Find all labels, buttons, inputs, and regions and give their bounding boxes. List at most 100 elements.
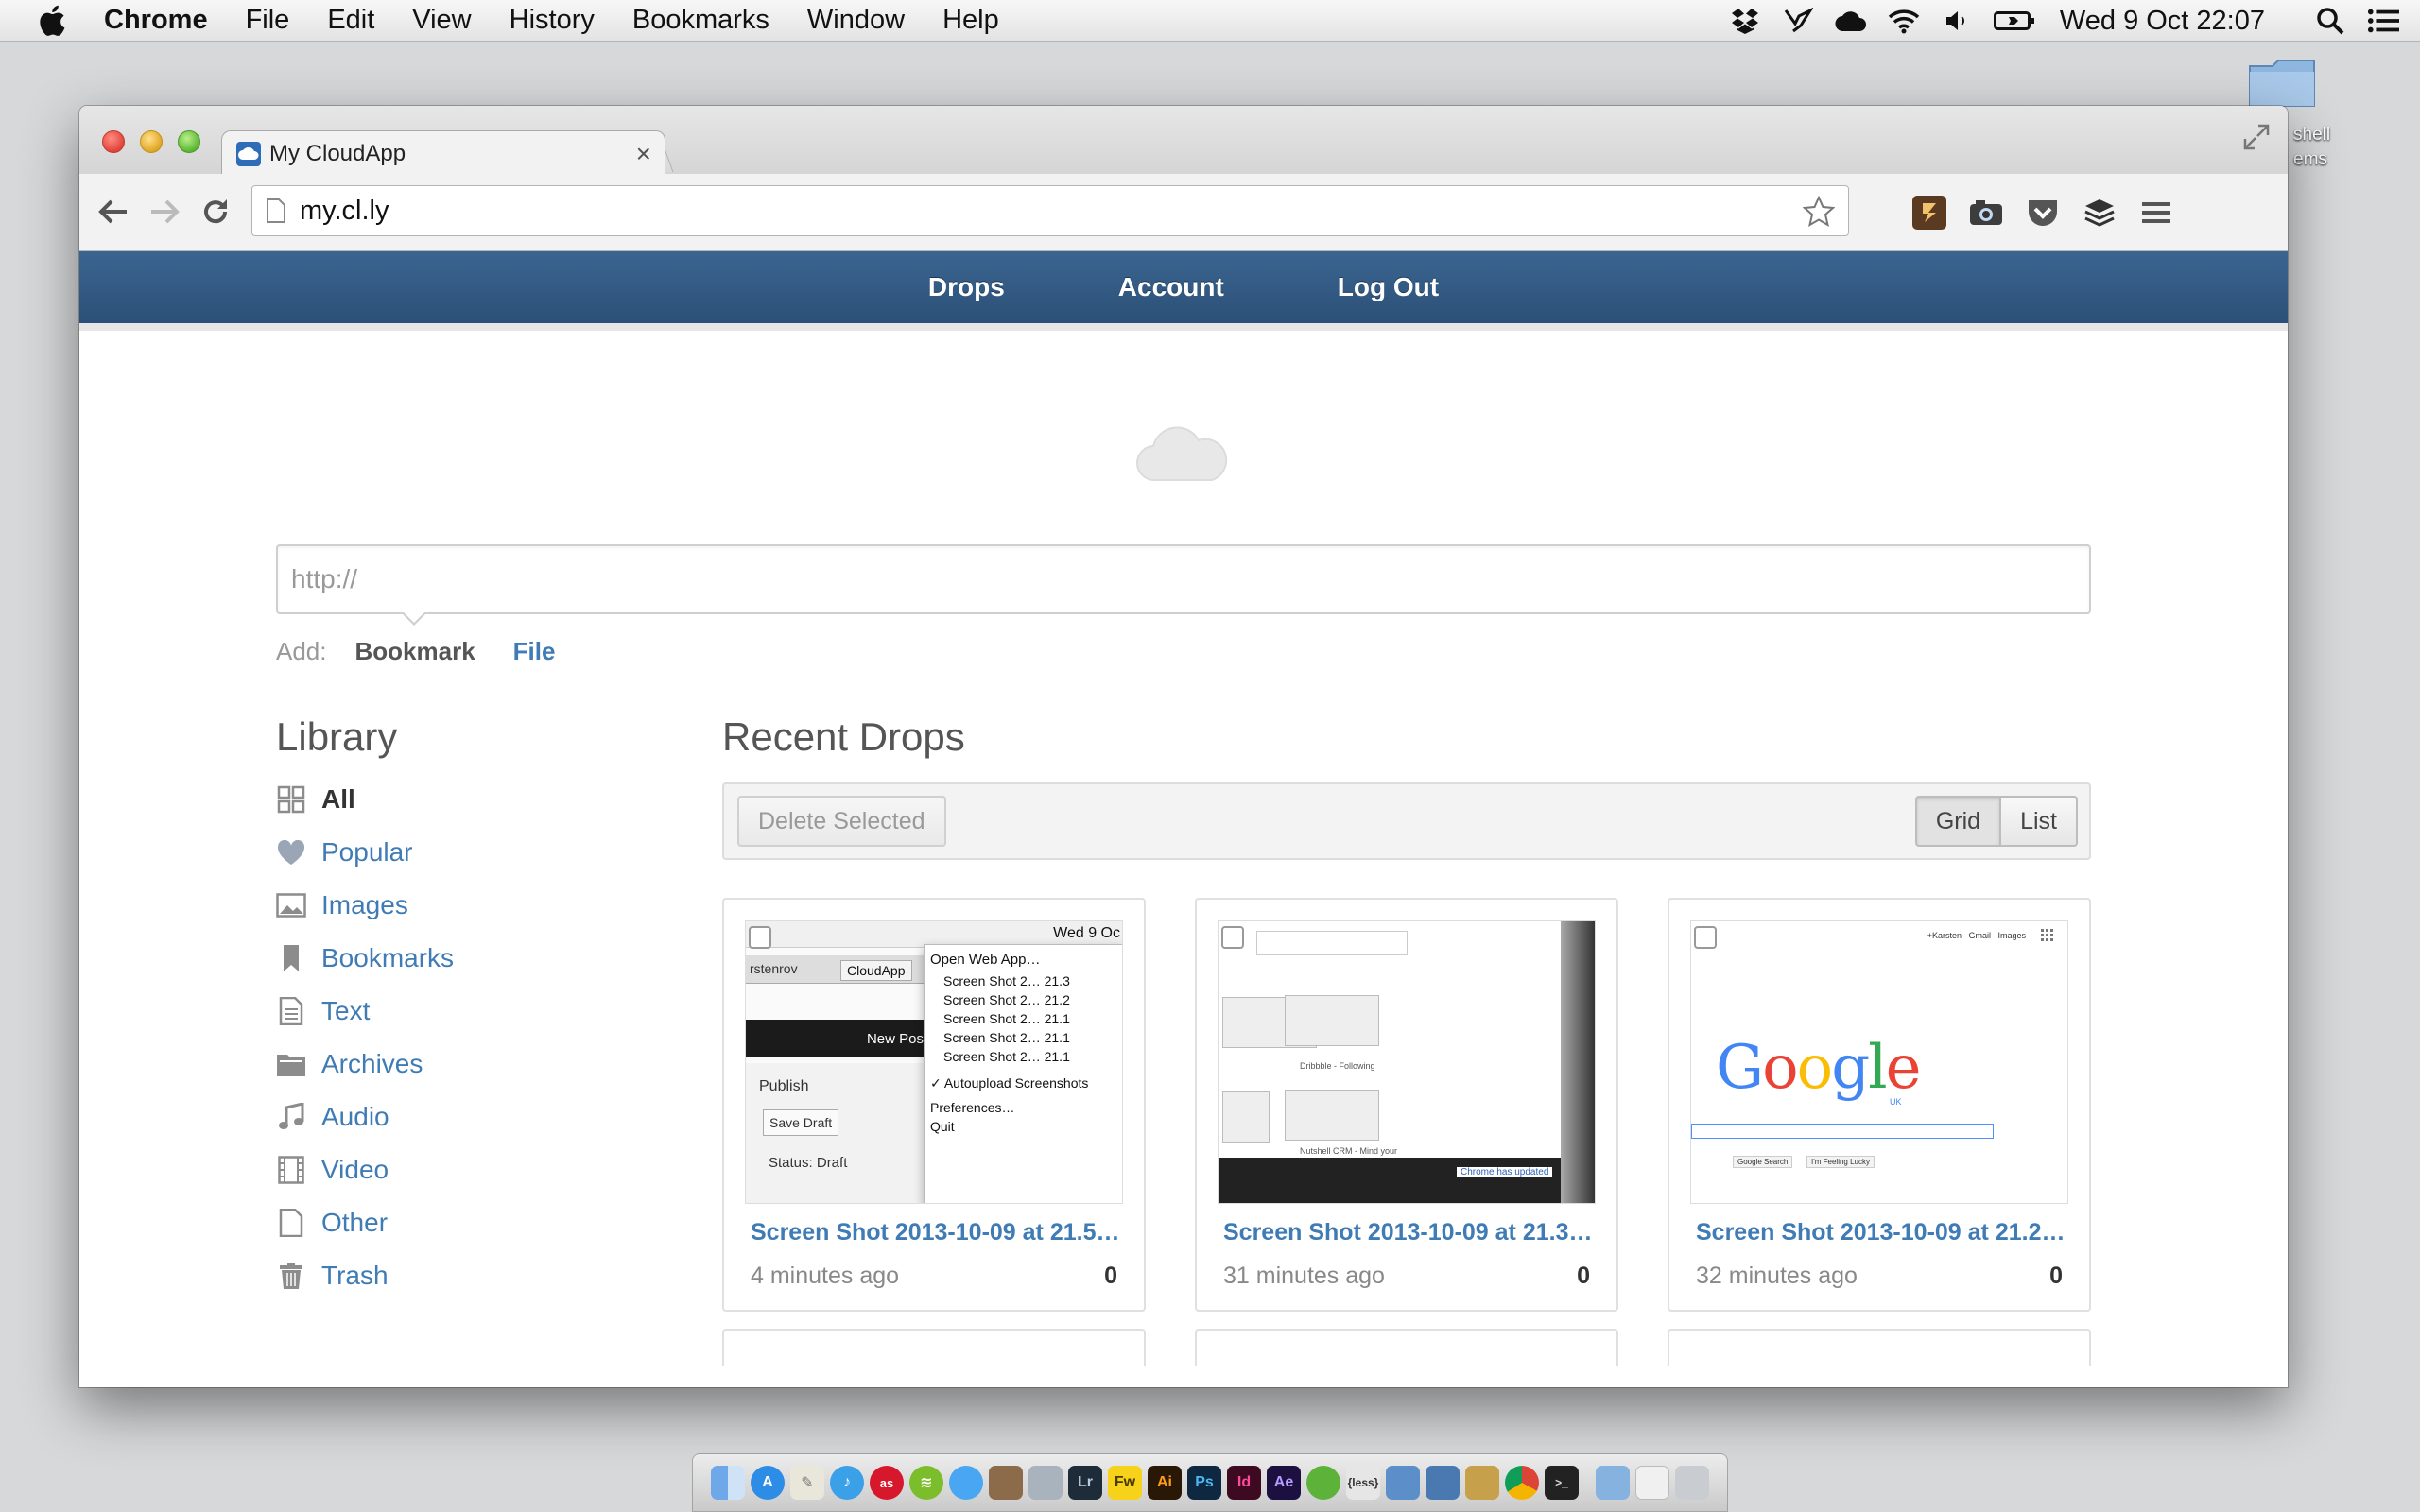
recent-drops-title: Recent Drops [722, 714, 965, 759]
library-item-archives[interactable]: Archives [276, 1038, 654, 1091]
iphoto-icon[interactable] [1028, 1466, 1063, 1500]
drop-select-checkbox[interactable] [1694, 926, 1717, 949]
drop-select-checkbox[interactable] [1221, 926, 1244, 949]
wifi-icon[interactable] [1888, 5, 1920, 37]
nav-account[interactable]: Account [1118, 272, 1224, 302]
nav-drops[interactable]: Drops [928, 272, 1005, 302]
desktop-folder-label-2: ems [2293, 149, 2327, 169]
fullscreen-icon[interactable] [2242, 123, 2271, 151]
drop-card[interactable]: Dribbble - Following Nutshell CRM - Mind… [1195, 898, 1618, 1312]
folder-icon[interactable] [1596, 1466, 1630, 1500]
app-store-icon[interactable]: A [751, 1466, 785, 1500]
back-button[interactable] [96, 195, 130, 229]
trash-icon[interactable] [1675, 1466, 1709, 1500]
buffer-icon[interactable] [2082, 195, 2118, 231]
drop-thumbnail[interactable]: Dribbble - Following Nutshell CRM - Mind… [1218, 920, 1596, 1204]
photoshop-icon[interactable]: Ps [1187, 1466, 1221, 1500]
drop-name[interactable]: Screen Shot 2013-10-09 at 21.2… [1696, 1219, 2074, 1246]
address-bar[interactable]: my.cl.ly [251, 185, 1849, 236]
list-view-button[interactable]: List [2001, 796, 2078, 847]
menu-edit[interactable]: Edit [327, 5, 374, 36]
drop-thumbnail[interactable]: +Karsten Gmail Images Google UK Google S… [1690, 920, 2068, 1204]
crane-icon[interactable] [1782, 5, 1814, 37]
minimize-window-button[interactable] [140, 130, 163, 153]
leaf-icon[interactable] [1306, 1466, 1340, 1500]
lightroom-icon[interactable]: Lr [1068, 1466, 1102, 1500]
preview-icon[interactable]: ✎ [790, 1466, 824, 1500]
close-window-button[interactable] [102, 130, 125, 153]
menu-help[interactable]: Help [942, 5, 999, 36]
lastfm-icon[interactable]: as [870, 1466, 904, 1500]
drop-time: 4 minutes ago [751, 1263, 900, 1289]
library-item-label: Bookmarks [321, 943, 455, 972]
menu-file[interactable]: File [246, 5, 290, 36]
drop-name[interactable]: Screen Shot 2013-10-09 at 21.3… [1223, 1219, 1601, 1246]
library-item-all[interactable]: All [276, 773, 654, 826]
pocket-icon[interactable] [2025, 195, 2061, 231]
delete-selected-button[interactable]: Delete Selected [737, 796, 946, 847]
zootool-icon[interactable] [1911, 195, 1947, 231]
beer-icon[interactable] [1465, 1466, 1499, 1500]
menu-history[interactable]: History [510, 5, 595, 36]
zoom-window-button[interactable] [178, 130, 200, 153]
indesign-icon[interactable]: Id [1227, 1466, 1261, 1500]
camera-icon[interactable] [1968, 195, 2004, 231]
fireworks-icon[interactable]: Fw [1108, 1466, 1142, 1500]
menu-app-name[interactable]: Chrome [104, 5, 208, 36]
bookmark-url-input[interactable] [276, 544, 2091, 614]
tab-close-icon[interactable]: × [636, 139, 651, 169]
cloud-icon[interactable] [1835, 5, 1867, 37]
battery-icon[interactable] [1993, 5, 2035, 37]
chrome-menu-icon[interactable] [2138, 195, 2174, 231]
itunes-icon[interactable]: ♪ [830, 1466, 864, 1500]
messages-icon[interactable] [949, 1466, 983, 1500]
drop-card[interactable]: Wed 9 Oc rstenrov CloudApp New Pos Publi… [722, 898, 1146, 1312]
xcode-icon[interactable] [1386, 1466, 1420, 1500]
grid-view-button[interactable]: Grid [1914, 796, 2002, 847]
thumb-menu-item: ✓ Autoupload Screenshots [930, 1075, 1089, 1091]
terminal-icon[interactable]: >_ [1545, 1466, 1579, 1500]
library-item-images[interactable]: Images [276, 879, 654, 932]
bookmark-star-icon[interactable] [1803, 196, 1835, 228]
library-item-other[interactable]: Other [276, 1196, 654, 1249]
mail-icon[interactable] [1635, 1466, 1669, 1500]
library-item-text[interactable]: Text [276, 985, 654, 1038]
finder-icon[interactable] [711, 1466, 745, 1500]
library-item-bookmarks[interactable]: Bookmarks [276, 932, 654, 985]
script-icon[interactable] [1426, 1466, 1460, 1500]
forward-button[interactable] [147, 195, 182, 229]
drop-thumbnail[interactable]: Wed 9 Oc rstenrov CloudApp New Pos Publi… [745, 920, 1123, 1204]
add-bookmark-tab[interactable]: Bookmark [355, 637, 475, 666]
drop-card[interactable] [722, 1329, 1146, 1366]
dropbox-icon[interactable] [1729, 5, 1761, 37]
library-item-trash[interactable]: Trash [276, 1249, 654, 1302]
less-icon[interactable]: {less} [1346, 1466, 1380, 1500]
library-item-audio[interactable]: Audio [276, 1091, 654, 1143]
library-item-video[interactable]: Video [276, 1143, 654, 1196]
menu-view[interactable]: View [412, 5, 471, 36]
spotify-icon[interactable]: ≋ [909, 1466, 943, 1500]
browser-tab[interactable]: My CloudApp × [221, 130, 666, 176]
menu-bookmarks[interactable]: Bookmarks [632, 5, 769, 36]
illustrator-icon[interactable]: Ai [1148, 1466, 1182, 1500]
drop-select-checkbox[interactable] [749, 926, 771, 949]
thumb-caption: Chrome has updated [1457, 1167, 1553, 1177]
spotlight-icon[interactable] [2314, 5, 2346, 37]
library-item-popular[interactable]: Popular [276, 826, 654, 879]
drop-card[interactable] [1195, 1329, 1618, 1366]
photo-icon[interactable] [989, 1466, 1023, 1500]
reload-button[interactable] [199, 195, 233, 229]
chrome-icon[interactable] [1505, 1466, 1539, 1500]
menu-window[interactable]: Window [807, 5, 905, 36]
nav-logout[interactable]: Log Out [1338, 272, 1439, 302]
after-effects-icon[interactable]: Ae [1267, 1466, 1301, 1500]
url-text[interactable]: my.cl.ly [300, 196, 389, 227]
notification-center-icon[interactable] [2367, 5, 2399, 37]
add-file-tab[interactable]: File [513, 637, 556, 666]
drop-card[interactable]: +Karsten Gmail Images Google UK Google S… [1668, 898, 2091, 1312]
clock[interactable]: Wed 9 Oct 22:07 [2060, 6, 2265, 37]
apple-menu-icon[interactable] [36, 3, 72, 39]
drop-card[interactable] [1668, 1329, 2091, 1366]
volume-icon[interactable] [1941, 5, 1973, 37]
drop-name[interactable]: Screen Shot 2013-10-09 at 21.5… [751, 1219, 1129, 1246]
